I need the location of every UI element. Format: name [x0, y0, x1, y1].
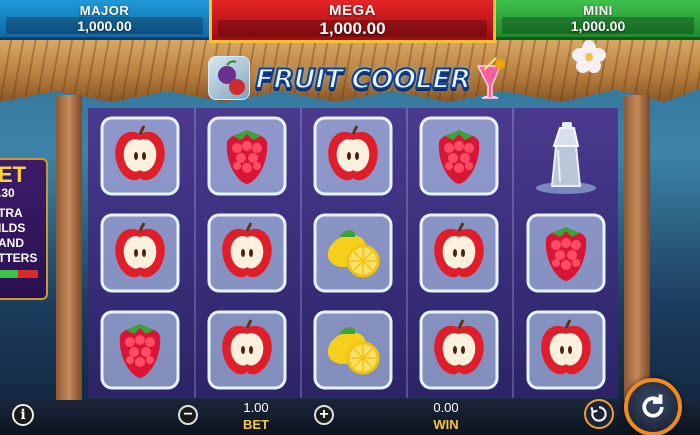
toggle-on-segment: [0, 270, 18, 278]
autoplay-button[interactable]: [584, 399, 614, 429]
jackpot-mini-label: MINI: [583, 3, 613, 18]
bet-value: 1.00: [243, 400, 269, 415]
reel-cell: [301, 108, 405, 205]
logo-plum-cube-icon: [208, 56, 250, 100]
game-logo: FRUIT COOLER: [252, 58, 474, 100]
apple-ice-icon: [419, 310, 499, 390]
win-value: 0.00: [433, 400, 459, 415]
shaker-icon: [535, 122, 596, 195]
feature-toggle[interactable]: [0, 270, 38, 278]
reel-cell: [88, 205, 192, 302]
raspberry-ice-icon: [207, 116, 287, 196]
reel-divider: [194, 108, 196, 398]
feature-line: TRA: [0, 206, 23, 220]
jackpot-mega: MEGA 1,000.00: [209, 0, 496, 43]
apple-ice-icon: [100, 116, 180, 196]
reel-cell: [407, 301, 511, 398]
autoplay-icon: [590, 406, 607, 422]
reel-cell: [407, 108, 511, 205]
bet-increase-button[interactable]: +: [314, 405, 334, 425]
game-title: FRUIT COOLER: [254, 63, 472, 96]
info-icon: i: [20, 407, 26, 423]
jackpot-mega-label: MEGA: [329, 1, 376, 19]
jackpot-major: MAJOR 1,000.00: [0, 0, 209, 40]
apple-ice-icon: [313, 116, 393, 196]
jackpot-mega-value: 1,000.00: [319, 18, 386, 38]
minus-icon: −: [183, 406, 193, 423]
cocktail-glass-icon: [470, 56, 512, 100]
reel-cell: [407, 205, 511, 302]
spin-icon: [642, 394, 664, 418]
raspberry-ice-icon: [100, 310, 180, 390]
info-button[interactable]: i: [12, 404, 34, 426]
plus-icon: +: [319, 406, 329, 423]
jackpot-mini-value: 1,000.00: [570, 18, 626, 34]
reel-divider: [406, 108, 408, 398]
lemon-ice-icon: [313, 213, 393, 293]
jackpot-mini: MINI 1,000.00: [496, 0, 700, 40]
toggle-off-segment: [18, 270, 38, 278]
reel-grid: [88, 108, 618, 398]
raspberry-ice-icon: [526, 213, 606, 293]
reel-cell: [514, 205, 618, 302]
reel-divider: [300, 108, 302, 398]
reel-divider: [512, 108, 514, 398]
hibiscus-flower-icon: [572, 40, 606, 73]
lemon-ice-icon: [313, 310, 393, 390]
bet-feature-title: ET: [0, 162, 27, 187]
bet-feature-panel[interactable]: ET .30 TRA ILDS AND TTERS: [0, 158, 48, 300]
feature-line: ILDS: [0, 221, 26, 235]
jackpot-bar: MAJOR 1,000.00 MEGA 1,000.00 MINI 1,000.…: [0, 0, 700, 43]
left-post: [56, 95, 82, 410]
reel-cell: [88, 108, 192, 205]
feature-line: TTERS: [0, 251, 38, 265]
raspberry-ice-icon: [419, 116, 499, 196]
reel-cell: [194, 108, 298, 205]
reel-cell: [88, 301, 192, 398]
apple-ice-icon: [207, 310, 287, 390]
reel-cell: [301, 301, 405, 398]
reel-cell: [514, 108, 618, 205]
jackpot-major-label: MAJOR: [79, 3, 130, 18]
reel-cell: [194, 205, 298, 302]
bet-feature-amount: .30: [0, 186, 15, 200]
bet-label: BET: [243, 417, 269, 432]
spin-button[interactable]: [624, 378, 682, 435]
right-post: [624, 95, 650, 410]
reel-cell: [194, 301, 298, 398]
apple-ice-icon: [526, 310, 606, 390]
reel-cell: [301, 205, 405, 302]
jackpot-major-value: 1,000.00: [77, 18, 132, 34]
win-label: WIN: [433, 417, 459, 432]
apple-ice-icon: [100, 213, 180, 293]
feature-line: AND: [0, 236, 24, 250]
bet-decrease-button[interactable]: −: [178, 405, 198, 425]
apple-ice-icon: [207, 213, 287, 293]
reel-cell: [514, 301, 618, 398]
apple-ice-icon: [419, 213, 499, 293]
